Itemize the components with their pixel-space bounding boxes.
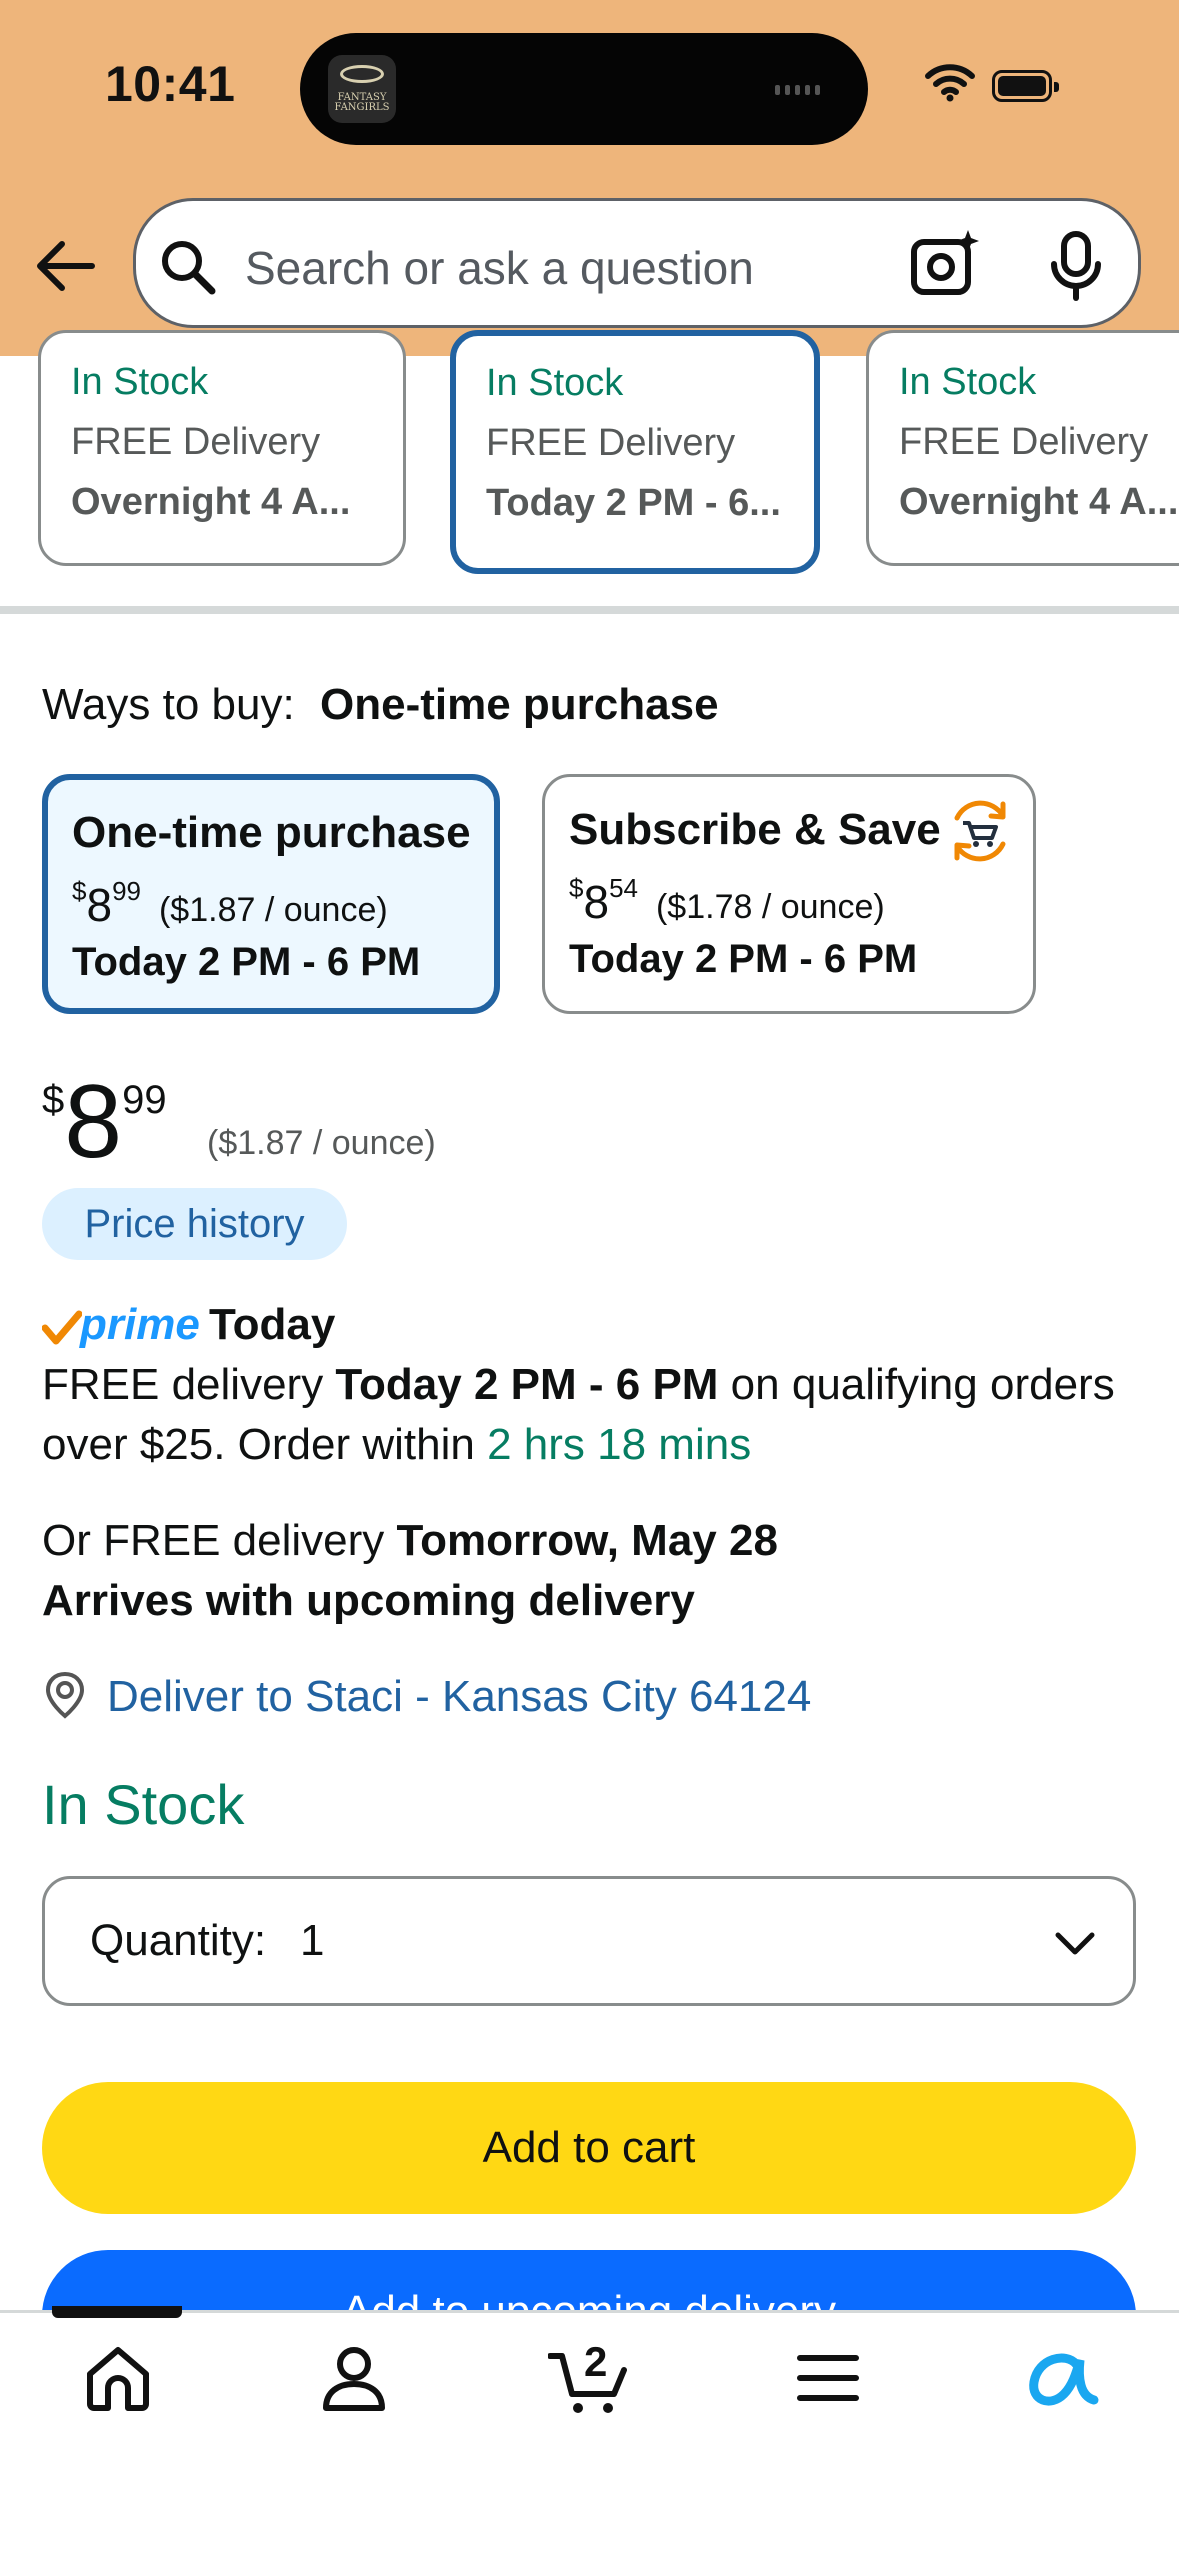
prime-logo: prime xyxy=(80,1300,200,1349)
one-time-purchase-option[interactable]: One-time purchase $899 ($1.87 / ounce) To… xyxy=(42,774,500,1014)
alt-delivery-line2: Arrives with upcoming delivery xyxy=(42,1576,695,1625)
location-pin-icon xyxy=(45,1671,85,1719)
option-delivery: FREE Delivery xyxy=(486,422,736,464)
option-title: Subscribe & Save xyxy=(569,805,941,854)
price-history-button[interactable]: Price history xyxy=(42,1188,347,1260)
prime-delivery-line1: FREE delivery Today 2 PM - 6 PM on quali… xyxy=(42,1360,1115,1409)
island-app-name: FANTASY FANGIRLS xyxy=(334,92,390,113)
island-app-icon: FANTASY FANGIRLS xyxy=(328,55,396,123)
option-delivery: FREE Delivery xyxy=(899,421,1149,463)
microphone-icon[interactable] xyxy=(1045,228,1107,302)
audio-waveform-icon xyxy=(775,82,845,95)
delivery-option-card[interactable]: In Stock FREE Delivery Overnight 4 A... xyxy=(38,330,406,566)
section-divider xyxy=(0,606,1179,614)
prime-check-icon xyxy=(42,1310,82,1345)
option-delivery: Today 2 PM - 6 PM xyxy=(72,940,421,984)
option-title: One-time purchase xyxy=(72,808,471,857)
quantity-value: 1 xyxy=(300,1916,325,1965)
ways-to-buy-label: Ways to buy: xyxy=(42,680,295,729)
deliver-to-link[interactable]: Deliver to Staci - Kansas City 64124 xyxy=(107,1672,811,1722)
prime-today-badge: Today xyxy=(209,1300,336,1349)
availability-status: In Stock xyxy=(42,1773,245,1836)
menu-icon[interactable] xyxy=(792,2342,864,2414)
add-to-cart-button[interactable]: Add to cart xyxy=(42,2082,1136,2214)
account-icon[interactable] xyxy=(318,2342,390,2414)
chevron-down-icon xyxy=(1055,1932,1095,1955)
quantity-label: Quantity: xyxy=(90,1916,267,1965)
rufus-ai-icon[interactable] xyxy=(1024,2342,1104,2414)
price-per-unit: ($1.87 / ounce) xyxy=(207,1124,436,1162)
option-stock: In Stock xyxy=(71,361,209,403)
option-price: $854 ($1.78 / ounce) xyxy=(569,873,885,928)
delivery-option-card[interactable]: In Stock FREE Delivery Overnight 4 A... xyxy=(866,330,1179,566)
subscribe-cart-icon xyxy=(954,800,1006,862)
option-window: Overnight 4 A... xyxy=(71,481,351,523)
status-time: 10:41 xyxy=(105,56,236,112)
option-delivery: Today 2 PM - 6 PM xyxy=(569,937,918,981)
back-arrow-icon[interactable] xyxy=(30,230,102,302)
battery-icon xyxy=(992,70,1059,102)
prime-delivery-line2: over $25. Order within 2 hrs 18 mins xyxy=(42,1420,752,1469)
option-window: Today 2 PM - 6... xyxy=(486,482,781,524)
search-icon xyxy=(162,241,216,295)
alt-delivery-line1: Or FREE delivery Tomorrow, May 28 xyxy=(42,1516,778,1565)
search-input[interactable] xyxy=(245,236,885,300)
option-stock: In Stock xyxy=(486,362,624,404)
camera-lens-icon[interactable] xyxy=(908,228,982,302)
option-stock: In Stock xyxy=(899,361,1037,403)
order-countdown: 2 hrs 18 mins xyxy=(487,1420,752,1469)
option-price: $899 ($1.87 / ounce) xyxy=(72,876,388,931)
wifi-icon xyxy=(925,64,975,102)
option-delivery: FREE Delivery xyxy=(71,421,321,463)
option-window: Overnight 4 A... xyxy=(899,481,1179,523)
product-price: $899 xyxy=(42,1064,167,1180)
home-icon[interactable] xyxy=(82,2342,154,2414)
cart-count-badge: 2 xyxy=(584,2338,608,2385)
ways-to-buy-selected: One-time purchase xyxy=(320,680,719,729)
delivery-option-card-selected[interactable]: In Stock FREE Delivery Today 2 PM - 6... xyxy=(450,330,820,574)
nav-active-indicator xyxy=(52,2306,182,2318)
